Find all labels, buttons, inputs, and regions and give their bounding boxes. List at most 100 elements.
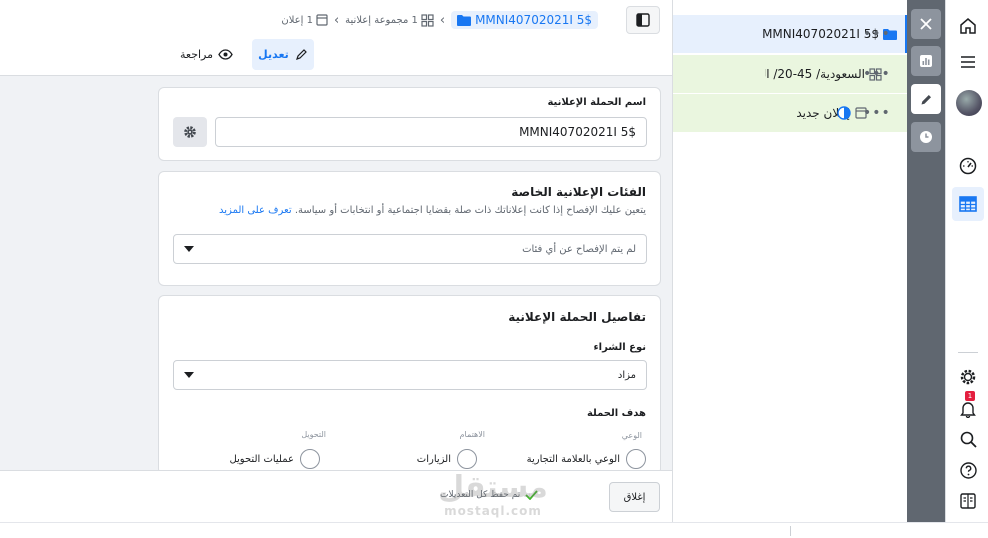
more-options-icon[interactable]: •••: [863, 105, 891, 121]
pencil-icon: [921, 94, 931, 104]
feedback-button[interactable]: [954, 487, 982, 515]
objective-label: هدف الحملة: [586, 408, 646, 419]
table-icon: [959, 196, 977, 212]
notification-badge: 1: [965, 391, 975, 401]
campaign-tree-panel: MMNI40702021I 5$ ••• السعودية/ 45-20/ ال…: [672, 0, 908, 522]
checkmark-icon: [525, 490, 538, 500]
tree-item-adset[interactable]: السعودية/ 45-20/ الكل/على •••: [673, 55, 908, 93]
objective-traffic[interactable]: الزيارات: [417, 449, 477, 469]
search-button[interactable]: [954, 425, 982, 453]
home-button[interactable]: [954, 12, 982, 40]
objective-brand-awareness-label: الوعي بالعلامة التجارية: [526, 453, 620, 465]
speedometer-icon: [959, 157, 977, 175]
editor-footer: إغلاق تم حفظ كل التعديلات: [0, 470, 672, 522]
report-icon: [960, 493, 976, 509]
close-button-label: إغلاق: [623, 491, 646, 503]
gear-icon: [184, 126, 196, 138]
bell-icon: [960, 402, 976, 418]
campaign-name-input[interactable]: MMNI40702021I 5$: [215, 117, 647, 147]
ads-manager-button[interactable]: [952, 187, 984, 221]
tree-campaign-label: MMNI40702021I 5$: [762, 27, 879, 41]
close-button[interactable]: إغلاق: [609, 482, 660, 512]
sidebar-toggle-icon: [636, 13, 650, 27]
review-button[interactable]: مراجعة: [180, 43, 233, 65]
grid-icon: [421, 13, 434, 27]
tree-adset-label: السعودية/ 45-20/ الكل/على: [765, 67, 865, 81]
breadcrumb-ads-label: 1 إعلان: [281, 14, 313, 26]
objective-brand-awareness[interactable]: الوعي بالعلامة التجارية: [527, 449, 646, 469]
save-status: تم حفظ كل التعديلات: [440, 490, 538, 500]
caret-down-icon: [184, 246, 194, 252]
breadcrumb-adsets-label: 1 مجموعة إعلانية: [345, 14, 418, 26]
panel-toggle-button[interactable]: [626, 6, 660, 34]
objective-category-awareness: الوعي: [621, 431, 642, 440]
pencil-icon: [295, 49, 307, 60]
save-status-label: تم حفظ كل التعديلات: [440, 490, 521, 500]
charts-button[interactable]: [911, 46, 941, 76]
buying-type-label: نوع الشراء: [593, 342, 646, 353]
editor-header: MMNI40702021I 5$ › 1 مجموعة إعلانية › 1 …: [0, 0, 672, 76]
chevron-right-icon: ›: [439, 12, 446, 28]
buying-type-value: مزاد: [617, 369, 636, 381]
breadcrumb-campaign[interactable]: MMNI40702021I 5$: [451, 11, 598, 29]
close-icon: [920, 18, 932, 30]
tool-strip: [907, 0, 945, 522]
special-categories-description: يتعين عليك الإفصاح إذا كانت إعلاناتك ذات…: [219, 205, 646, 216]
objective-traffic-label: الزيارات: [416, 453, 451, 465]
half-circle-status-icon: [837, 106, 851, 120]
buying-type-select[interactable]: مزاد: [173, 360, 647, 390]
special-categories-title: الفئات الإعلانية الخاصة: [511, 185, 646, 199]
edit-button[interactable]: تعديل: [252, 39, 314, 70]
menu-icon: [961, 56, 975, 68]
review-button-label: مراجعة: [180, 47, 214, 61]
edit-button-label: تعديل: [258, 48, 289, 61]
help-icon: [959, 461, 977, 479]
breadcrumb: MMNI40702021I 5$ › 1 مجموعة إعلانية › 1 …: [281, 9, 598, 31]
settings-button[interactable]: [954, 363, 982, 391]
description-text: يتعين عليك الإفصاح إذا كانت إعلاناتك ذات…: [294, 205, 646, 216]
caret-down-icon: [184, 372, 194, 378]
special-categories-placeholder: لم يتم الإفصاح عن أي فئات: [522, 243, 636, 255]
chevron-right-icon: ›: [333, 12, 340, 28]
gear-icon: [960, 369, 976, 385]
radio-circle: [457, 449, 477, 469]
special-categories-card: الفئات الإعلانية الخاصة يتعين عليك الإفص…: [158, 171, 661, 286]
help-button[interactable]: [954, 456, 982, 484]
campaign-details-card: تفاصيل الحملة الإعلانية نوع الشراء مزاد …: [158, 295, 661, 475]
notifications-button[interactable]: 1: [954, 391, 982, 423]
global-nav-rail: 1: [945, 0, 988, 538]
breadcrumb-campaign-label: MMNI40702021I 5$: [475, 13, 592, 27]
edit-mode-button[interactable]: [911, 84, 941, 114]
special-categories-select[interactable]: لم يتم الإفصاح عن أي فئات: [173, 234, 647, 264]
campaign-name-card: اسم الحملة الإعلانية MMNI40702021I 5$: [158, 87, 661, 161]
dashboard-button[interactable]: [954, 152, 982, 180]
objective-category-conversion: التحويل: [301, 430, 326, 439]
breadcrumb-adsets[interactable]: 1 مجموعة إعلانية: [345, 13, 434, 27]
search-icon: [960, 431, 977, 448]
avatar[interactable]: [956, 90, 982, 116]
ad-icon: [316, 14, 328, 26]
more-options-icon[interactable]: •••: [863, 26, 891, 42]
learn-more-link[interactable]: تعرف على المزيد: [219, 205, 292, 216]
objective-conversions-label: عمليات التحويل: [229, 453, 294, 465]
more-options-icon[interactable]: •••: [863, 66, 891, 82]
rail-divider: [958, 352, 978, 353]
campaign-name-value: MMNI40702021I 5$: [519, 125, 636, 139]
objective-conversions[interactable]: عمليات التحويل: [229, 449, 320, 469]
tree-item-ad[interactable]: إعلان جديد •••: [673, 94, 908, 132]
home-icon: [960, 18, 976, 34]
breadcrumb-ads[interactable]: 1 إعلان: [281, 14, 328, 26]
objective-category-consideration: الاهتمام: [459, 430, 485, 439]
history-button[interactable]: [911, 122, 941, 152]
menu-button[interactable]: [954, 48, 982, 76]
eye-icon: [218, 48, 233, 60]
campaign-name-label: اسم الحملة الإعلانية: [547, 97, 646, 108]
campaign-name-settings-button[interactable]: [173, 117, 207, 147]
close-editor-button[interactable]: [911, 9, 941, 39]
tree-item-campaign[interactable]: MMNI40702021I 5$ •••: [673, 15, 908, 53]
radio-circle: [626, 449, 646, 469]
status-bar-divider: [790, 526, 791, 536]
bottom-status-bar: [0, 522, 988, 538]
radio-circle: [300, 449, 320, 469]
clock-icon: [920, 131, 932, 143]
